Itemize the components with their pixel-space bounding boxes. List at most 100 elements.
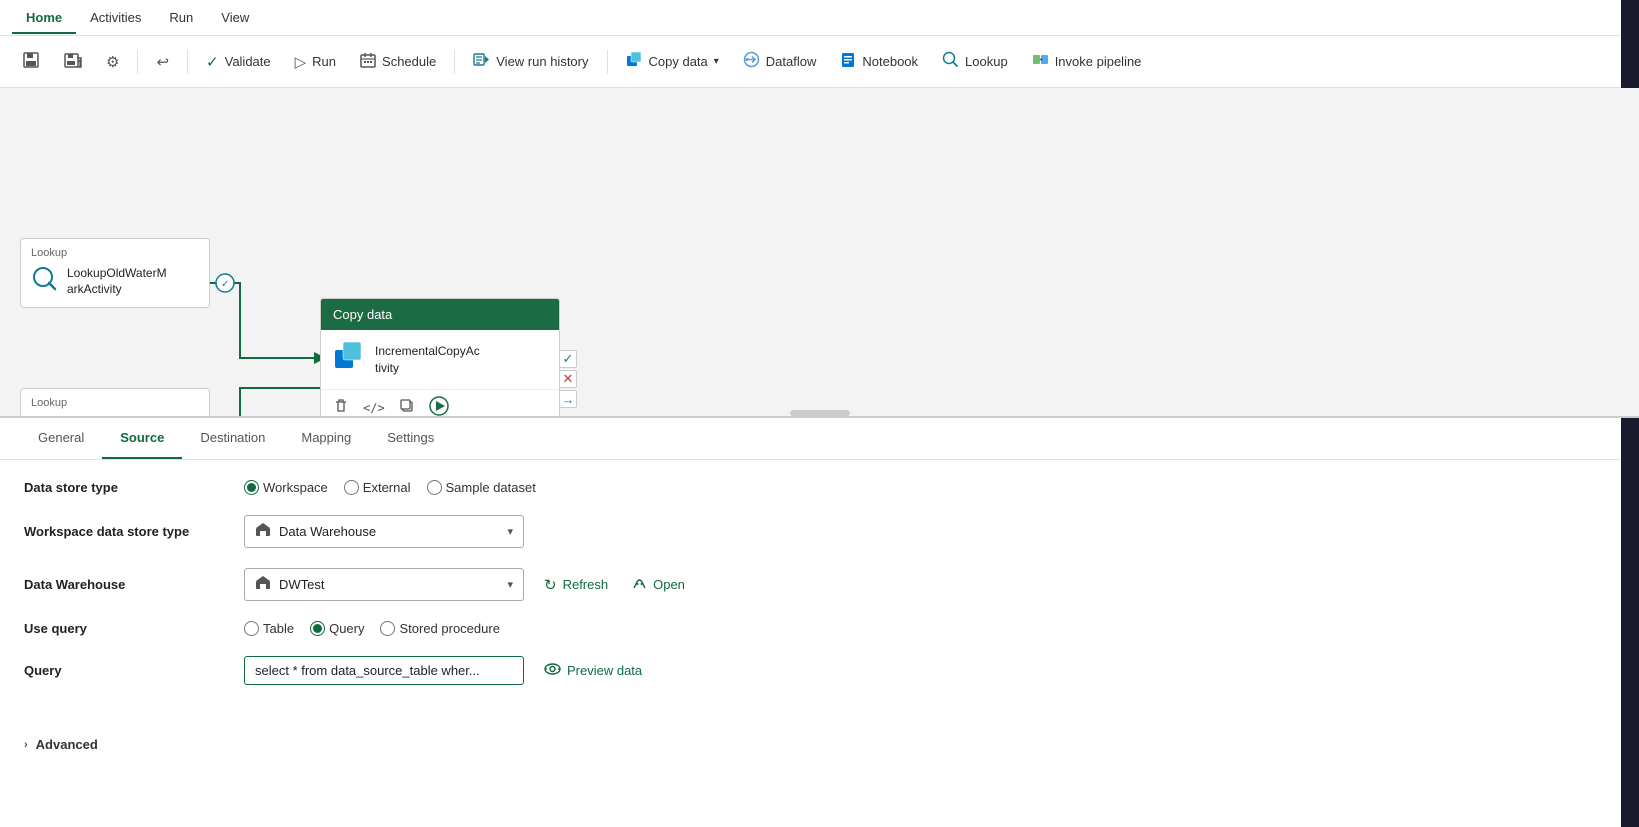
data-warehouse-value: DWTest xyxy=(279,577,499,592)
side-icons: ✓ ✕ → xyxy=(559,350,577,408)
history-icon xyxy=(473,51,490,72)
menu-item-home[interactable]: Home xyxy=(12,2,76,33)
workspace-data-store-type-dropdown[interactable]: Data Warehouse ▾ xyxy=(244,515,524,548)
copy-node-header: Copy data xyxy=(321,299,559,330)
notebook-button[interactable]: Notebook xyxy=(830,46,928,78)
data-store-type-row: Data store type Workspace External Sampl… xyxy=(24,480,1615,495)
invoke-pipeline-button[interactable]: Invoke pipeline xyxy=(1022,45,1152,78)
lookup-button[interactable]: Lookup xyxy=(932,45,1018,78)
save-icon xyxy=(22,51,40,73)
undo-icon: ↩ xyxy=(156,53,169,71)
workspace-radio[interactable]: Workspace xyxy=(244,480,328,495)
tab-source[interactable]: Source xyxy=(102,418,182,459)
run-action-btn[interactable] xyxy=(429,396,449,418)
stored-procedure-radio[interactable]: Stored procedure xyxy=(380,621,499,636)
undo-button[interactable]: ↩ xyxy=(146,47,179,77)
menu-bar: Home Activities Run View xyxy=(0,0,1639,36)
table-radio-label: Table xyxy=(263,621,294,636)
query-radio-label: Query xyxy=(329,621,364,636)
divider-2 xyxy=(187,50,188,74)
stored-procedure-radio-label: Stored procedure xyxy=(399,621,499,636)
lookup-2-title: Lookup xyxy=(31,397,199,409)
copy-data-button[interactable]: Copy data ▾ xyxy=(616,45,729,78)
advanced-chevron-icon: › xyxy=(24,739,28,751)
tabs-bar: General Source Destination Mapping Setti… xyxy=(0,418,1639,460)
lookup-1-icon xyxy=(31,265,59,299)
tab-destination[interactable]: Destination xyxy=(182,418,283,459)
lookup-1-body: LookupOldWaterMarkActivity xyxy=(31,265,199,299)
query-label: Query xyxy=(24,663,244,678)
save-button[interactable] xyxy=(12,45,50,79)
external-radio[interactable]: External xyxy=(344,480,411,495)
dataflow-button[interactable]: Dataflow xyxy=(733,45,827,78)
bottom-panel: General Source Destination Mapping Setti… xyxy=(0,418,1639,827)
saveas-button[interactable] xyxy=(54,45,92,79)
query-input[interactable] xyxy=(244,656,524,685)
menu-item-run[interactable]: Run xyxy=(155,2,207,33)
calendar-icon xyxy=(360,52,376,72)
skip-icon: → xyxy=(559,390,577,408)
sample-dataset-radio[interactable]: Sample dataset xyxy=(427,480,536,495)
divider-1 xyxy=(137,50,138,74)
lookup-node-1[interactable]: Lookup LookupOldWaterMarkActivity xyxy=(20,238,210,308)
dw-dropdown-arrow: ▾ xyxy=(507,578,513,591)
run-icon: ▷ xyxy=(295,53,307,71)
invoke-pipeline-icon xyxy=(1032,51,1049,72)
sample-dataset-radio-label: Sample dataset xyxy=(446,480,536,495)
warehouse-dropdown-arrow: ▾ xyxy=(507,525,513,538)
lookup-node-2[interactable]: Lookup LookupNewWaterMarkActivity xyxy=(20,388,210,418)
invoke-pipeline-label: Invoke pipeline xyxy=(1055,54,1142,69)
data-warehouse-dropdown[interactable]: DWTest ▾ xyxy=(244,568,524,601)
refresh-icon: ↻ xyxy=(544,576,557,594)
query-controls: Preview data xyxy=(244,656,646,685)
validate-button[interactable]: ✓ Validate xyxy=(196,47,281,77)
tab-general[interactable]: General xyxy=(20,418,102,459)
settings-button[interactable]: ⚙ xyxy=(96,47,129,77)
tab-mapping[interactable]: Mapping xyxy=(283,418,369,459)
open-button[interactable]: Open xyxy=(628,572,689,598)
schedule-button[interactable]: Schedule xyxy=(350,46,446,78)
refresh-button[interactable]: ↻ Refresh xyxy=(540,572,612,598)
copy-data-dropdown-icon: ▾ xyxy=(714,56,719,67)
toolbar: ⚙ ↩ ✓ Validate ▷ Run Schedule xyxy=(0,36,1639,88)
schedule-label: Schedule xyxy=(382,54,436,69)
copy-node-actions: </> xyxy=(321,389,559,418)
code-action-btn[interactable]: </> xyxy=(363,401,385,415)
success-icon: ✓ xyxy=(559,350,577,368)
lookup-1-title: Lookup xyxy=(31,247,199,259)
notebook-label: Notebook xyxy=(862,54,918,69)
data-warehouse-label: Data Warehouse xyxy=(24,577,244,592)
data-warehouse-row: Data Warehouse DWTest ▾ ↻ Refresh xyxy=(24,568,1615,601)
warehouse-icon-2 xyxy=(255,575,271,594)
tab-settings[interactable]: Settings xyxy=(369,418,452,459)
pipeline-canvas[interactable]: ✓ ✓ Lookup LookupOldWaterMarkActivity Lo… xyxy=(0,88,1639,418)
copy-data-label: Copy data xyxy=(649,54,708,69)
dataflow-label: Dataflow xyxy=(766,54,817,69)
table-radio[interactable]: Table xyxy=(244,621,294,636)
advanced-row[interactable]: › Advanced xyxy=(0,725,1639,764)
menu-item-activities[interactable]: Activities xyxy=(76,2,155,33)
copy-node-body: IncrementalCopyActivity xyxy=(321,330,559,389)
copy-action-btn[interactable] xyxy=(399,398,415,417)
run-button[interactable]: ▷ Run xyxy=(285,47,346,77)
run-label: Run xyxy=(312,54,336,69)
resize-handle[interactable] xyxy=(790,410,850,416)
copy-data-icon xyxy=(626,51,643,72)
delete-action-btn[interactable] xyxy=(333,398,349,417)
workspace-data-store-type-value: Data Warehouse xyxy=(279,524,499,539)
query-radio[interactable]: Query xyxy=(310,621,364,636)
copy-data-node[interactable]: Copy data IncrementalCopyActivity </> xyxy=(320,298,560,418)
view-history-button[interactable]: View run history xyxy=(463,45,598,78)
workspace-radio-label: Workspace xyxy=(263,480,328,495)
menu-item-view[interactable]: View xyxy=(207,2,263,33)
advanced-label: Advanced xyxy=(36,737,98,752)
preview-data-icon xyxy=(544,663,561,678)
external-radio-label: External xyxy=(363,480,411,495)
copy-node-icon xyxy=(333,340,365,379)
preview-data-button[interactable]: Preview data xyxy=(540,659,646,682)
saveas-icon xyxy=(64,51,82,73)
data-store-type-label: Data store type xyxy=(24,480,244,495)
connector-lines: ✓ ✓ xyxy=(0,88,1639,416)
lookup-2-body: LookupNewWaterMarkActivity xyxy=(31,415,199,418)
lookup-icon xyxy=(942,51,959,72)
